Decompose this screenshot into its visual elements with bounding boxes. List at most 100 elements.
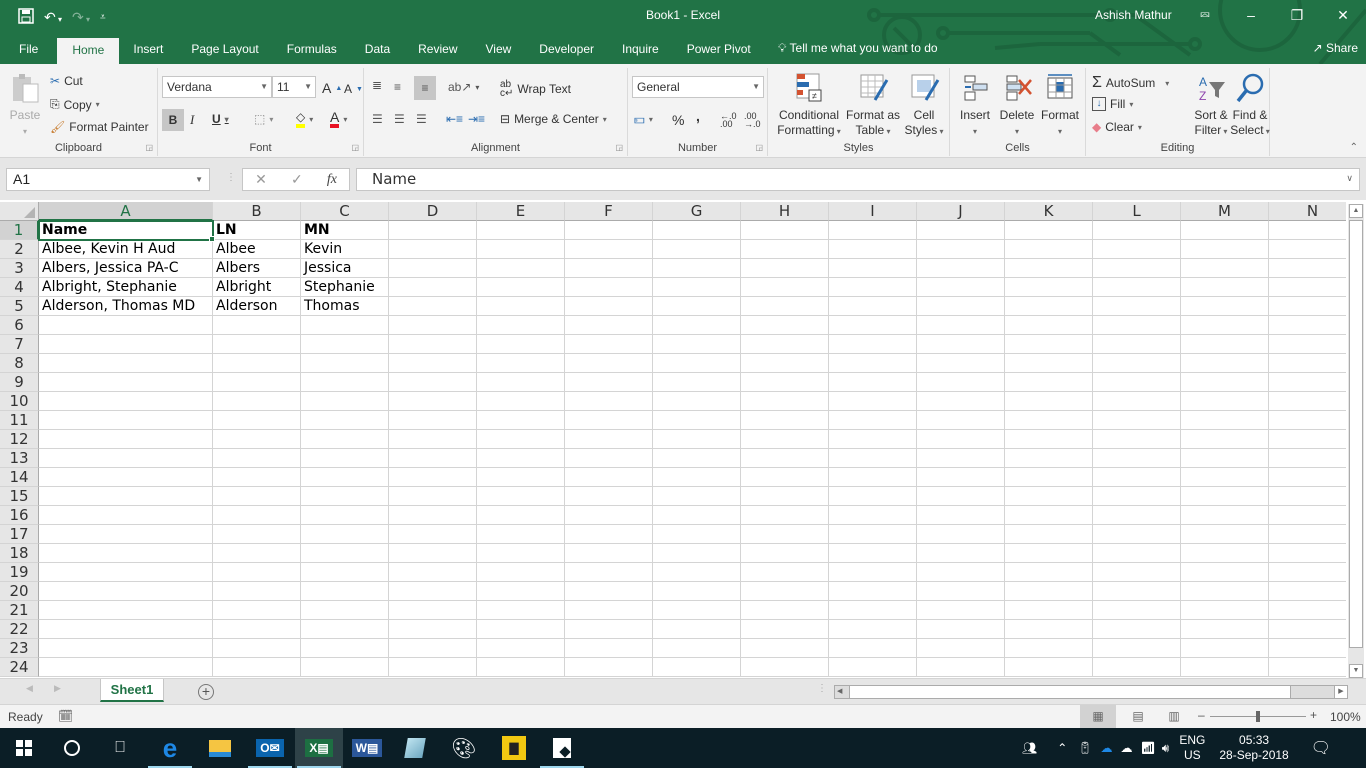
page-layout-view-button[interactable]: ▤ [1120,705,1156,728]
cell-b11[interactable] [213,411,301,430]
cell-l18[interactable] [1093,544,1181,563]
cell-k3[interactable] [1005,259,1093,278]
row-header-3[interactable]: 3 [0,259,39,278]
cell-l22[interactable] [1093,620,1181,639]
cell-b23[interactable] [213,639,301,658]
scroll-down-icon[interactable]: ▼ [1349,664,1363,678]
cell-g17[interactable] [653,525,741,544]
onedrive-icon[interactable]: ☁ [1121,741,1133,755]
cell-f7[interactable] [565,335,653,354]
cell-h16[interactable] [741,506,829,525]
column-header-k[interactable]: K [1005,202,1093,221]
cell-k17[interactable] [1005,525,1093,544]
cell-l13[interactable] [1093,449,1181,468]
cell-j12[interactable] [917,430,1005,449]
cell-d22[interactable] [389,620,477,639]
cell-h14[interactable] [741,468,829,487]
cell-a23[interactable] [39,639,213,658]
cell-l16[interactable] [1093,506,1181,525]
minimize-icon[interactable]: – [1228,4,1274,26]
cell-g9[interactable] [653,373,741,392]
column-header-i[interactable]: I [829,202,917,221]
cell-d4[interactable] [389,278,477,297]
cell-b10[interactable] [213,392,301,411]
cell-h8[interactable] [741,354,829,373]
cell-l15[interactable] [1093,487,1181,506]
onedrive-business-icon[interactable]: ☁ [1101,741,1113,755]
autosum-button[interactable]: Σ AutoSum ▾ [1092,74,1169,92]
cell-k1[interactable] [1005,221,1093,240]
cell-h18[interactable] [741,544,829,563]
align-right-button[interactable]: ☰ [416,112,427,126]
row-header-20[interactable]: 20 [0,582,39,601]
cell-e18[interactable] [477,544,565,563]
cell-j21[interactable] [917,601,1005,620]
font-size-select[interactable]: 11 ▼ [272,76,316,98]
horizontal-scrollbar[interactable]: ◀ [834,685,1348,699]
cell-l20[interactable] [1093,582,1181,601]
sheet-tab-sheet1[interactable]: Sheet1 [100,679,164,702]
cell-h20[interactable] [741,582,829,601]
cell-d7[interactable] [389,335,477,354]
cell-e2[interactable] [477,240,565,259]
worksheet-grid[interactable]: A B C D E F G H I J K L M N 1 Name LN MN 2 Albee, Kevin H A… [0,200,1346,678]
cell-d23[interactable] [389,639,477,658]
cell-j1[interactable] [917,221,1005,240]
cell-a18[interactable] [39,544,213,563]
cell-h12[interactable] [741,430,829,449]
user-name[interactable]: Ashish Mathur [1095,8,1172,22]
cell-b3[interactable]: Albers [213,259,301,278]
cell-m9[interactable] [1181,373,1269,392]
cell-n9[interactable] [1269,373,1346,392]
cell-b2[interactable]: Albee [213,240,301,259]
cell-j24[interactable] [917,658,1005,677]
clipboard-launcher-icon[interactable]: ◲ [145,143,153,152]
cell-n11[interactable] [1269,411,1346,430]
cell-e16[interactable] [477,506,565,525]
taskbar-sticky-notes[interactable] [538,728,586,768]
cell-c23[interactable] [301,639,389,658]
zoom-level[interactable]: 100% [1330,710,1361,724]
cell-e10[interactable] [477,392,565,411]
copy-button[interactable]: ⎘ Copy ▾ [50,97,100,112]
cell-d3[interactable] [389,259,477,278]
cell-l14[interactable] [1093,468,1181,487]
cell-m5[interactable] [1181,297,1269,316]
cell-k21[interactable] [1005,601,1093,620]
cell-a3[interactable]: Albers, Jessica PA-C [39,259,213,278]
row-header-1[interactable]: 1 [0,221,39,240]
cell-m6[interactable] [1181,316,1269,335]
task-view-button[interactable]: ⎕ [96,728,144,768]
cell-b12[interactable] [213,430,301,449]
row-header-23[interactable]: 23 [0,639,39,658]
cell-n14[interactable] [1269,468,1346,487]
insert-cells-button[interactable]: Insert ▾ [954,72,996,139]
cell-j14[interactable] [917,468,1005,487]
cell-l10[interactable] [1093,392,1181,411]
column-header-n[interactable]: N [1269,202,1346,221]
start-button[interactable] [0,728,48,768]
font-launcher-icon[interactable]: ◲ [351,143,359,152]
percent-style-button[interactable]: % [672,112,684,128]
cell-j15[interactable] [917,487,1005,506]
cell-i14[interactable] [829,468,917,487]
format-cells-button[interactable]: Format ▾ [1038,72,1082,139]
cell-f6[interactable] [565,316,653,335]
cell-m21[interactable] [1181,601,1269,620]
decrease-decimal-button[interactable]: .00 →.0 [744,112,761,129]
cell-j9[interactable] [917,373,1005,392]
cell-l21[interactable] [1093,601,1181,620]
paste-button[interactable]: Paste ▾ [6,72,44,139]
cell-f14[interactable] [565,468,653,487]
cell-g4[interactable] [653,278,741,297]
cell-b4[interactable]: Albright [213,278,301,297]
cell-g5[interactable] [653,297,741,316]
cell-a17[interactable] [39,525,213,544]
cell-b17[interactable] [213,525,301,544]
tab-inquire[interactable]: Inquire [608,36,673,64]
prev-sheet-icon[interactable]: ◀ [26,683,33,694]
cell-b20[interactable] [213,582,301,601]
cell-n4[interactable] [1269,278,1346,297]
collapse-ribbon-icon[interactable]: ⌃ [1350,142,1358,153]
cell-d10[interactable] [389,392,477,411]
